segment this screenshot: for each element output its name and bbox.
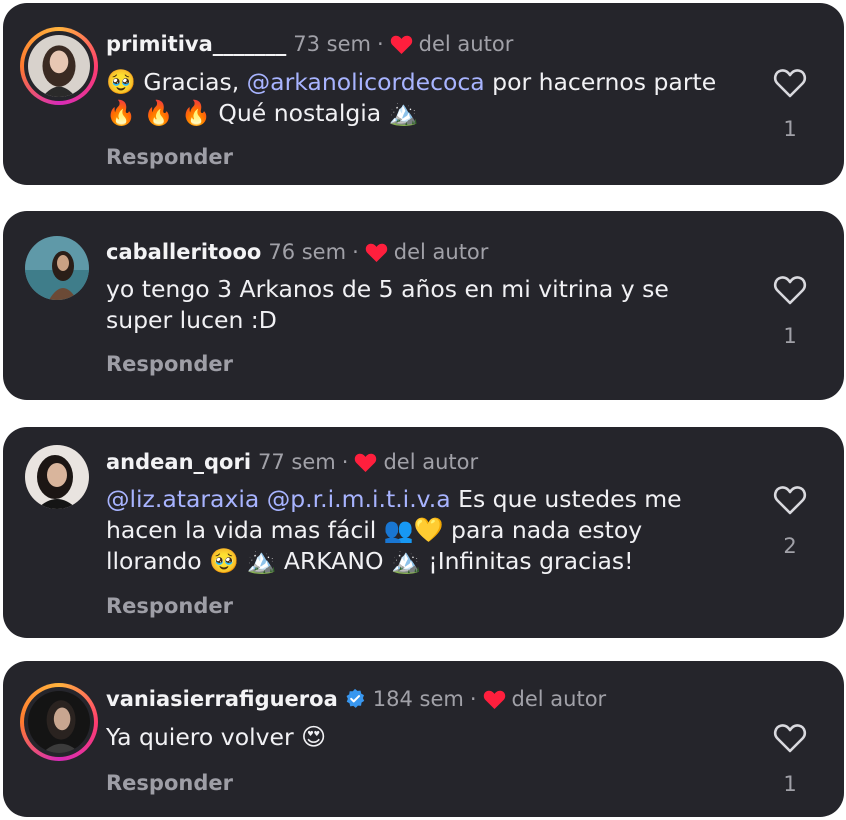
heart-eyes-emoji: 😍 <box>301 723 327 751</box>
mention-link[interactable]: @liz.ataraxia <box>106 485 259 513</box>
pleading-face-emoji: 🥹 <box>106 68 136 96</box>
heart-filled-icon <box>365 243 387 262</box>
heart-outline-icon[interactable] <box>773 274 807 306</box>
separator-dot: · <box>341 450 349 474</box>
text-segment: Ya quiero volver <box>106 723 302 751</box>
comment-meta: caballeritooo 76 sem · del autor <box>106 239 488 265</box>
comment-meta: vaniasierrafigueroa 184 sem · del autor <box>106 686 606 712</box>
comment-card: caballeritooo 76 sem · del autor yo teng… <box>3 211 844 400</box>
comment-text: yo tengo 3 Arkanos de 5 años en mi vitri… <box>106 275 669 334</box>
avatar[interactable] <box>25 445 89 509</box>
author-liked-label: del autor <box>511 687 607 711</box>
people-heart-emoji: 👥💛 <box>383 516 444 544</box>
avatar-image <box>25 236 89 300</box>
username[interactable]: andean_qori <box>106 449 251 475</box>
heart-outline-icon[interactable] <box>773 722 807 754</box>
avatar-image <box>25 445 89 509</box>
author-liked-label: del autor <box>418 32 514 56</box>
heart-filled-icon <box>390 35 412 54</box>
text-segment: por hacernos parte <box>484 68 717 96</box>
heart-outline-icon[interactable] <box>773 67 807 99</box>
like-count: 1 <box>783 772 797 796</box>
separator-dot: · <box>469 687 477 711</box>
avatar-ring-gap <box>24 31 94 101</box>
mountain-emoji: 🏔️ <box>390 547 421 575</box>
text-segment <box>239 547 246 575</box>
author-liked-label: del autor <box>383 450 479 474</box>
text-segment: Gracias, <box>135 68 247 96</box>
like-count: 2 <box>783 534 797 558</box>
username[interactable]: primitiva_______ <box>106 31 286 57</box>
avatar <box>28 691 90 753</box>
separator-dot: · <box>376 32 384 56</box>
timestamp: 184 sem <box>372 687 464 711</box>
timestamp: 73 sem <box>293 32 371 56</box>
like-count: 1 <box>783 324 797 348</box>
comment-text: 🥹 Gracias, @arkanolicordecoca por hacern… <box>106 67 736 129</box>
comment-card: vaniasierrafigueroa 184 sem · del autor … <box>3 661 844 817</box>
fire-emoji: 🔥 🔥 🔥 <box>106 99 211 127</box>
mention-link[interactable]: @arkanolicordecoca <box>247 68 485 96</box>
comment-meta: primitiva_______ 73 sem · del autor <box>106 31 513 57</box>
comment-text: Ya quiero volver 😍 <box>106 722 736 753</box>
comment-text: @liz.ataraxia @p.r.i.m.i.t.i.v.a Es que … <box>106 484 726 577</box>
text-segment: Qué nostalgia <box>210 99 389 127</box>
mention-link[interactable]: @p.r.i.m.i.t.i.v.a <box>267 485 451 513</box>
text-segment <box>259 485 266 513</box>
reply-button[interactable]: Responder <box>106 594 233 618</box>
comment-card: primitiva_______ 73 sem · del autor 🥹 Gr… <box>3 3 844 185</box>
mountain-emoji: 🏔️ <box>246 547 277 575</box>
mountain-emoji: 🏔️ <box>388 99 419 127</box>
reply-button[interactable]: Responder <box>106 145 233 169</box>
username[interactable]: caballeritooo <box>106 239 261 265</box>
heart-filled-icon <box>483 690 505 709</box>
pleading-face-emoji: 🥹 <box>209 547 240 575</box>
avatar-story-ring[interactable] <box>20 683 98 761</box>
reply-button[interactable]: Responder <box>106 352 233 376</box>
verified-badge-icon <box>346 688 364 708</box>
avatar-story-ring[interactable] <box>20 27 98 105</box>
timestamp: 77 sem <box>258 450 336 474</box>
heart-outline-icon[interactable] <box>773 484 807 516</box>
text-segment: ¡Infinitas gracias! <box>420 547 634 575</box>
comment-card: andean_qori 77 sem · del autor @liz.atar… <box>3 427 844 638</box>
avatar[interactable] <box>25 236 89 300</box>
username[interactable]: vaniasierrafigueroa <box>106 686 338 712</box>
reply-button[interactable]: Responder <box>106 771 233 795</box>
separator-dot: · <box>352 240 359 264</box>
avatar <box>28 35 90 97</box>
heart-filled-icon <box>355 453 377 472</box>
text-segment: ARKANO <box>276 547 391 575</box>
author-liked-label: del autor <box>393 240 489 264</box>
comment-meta: andean_qori 77 sem · del autor <box>106 449 478 475</box>
avatar-ring-gap <box>24 687 94 757</box>
like-count: 1 <box>783 117 797 141</box>
timestamp: 76 sem <box>268 240 347 264</box>
